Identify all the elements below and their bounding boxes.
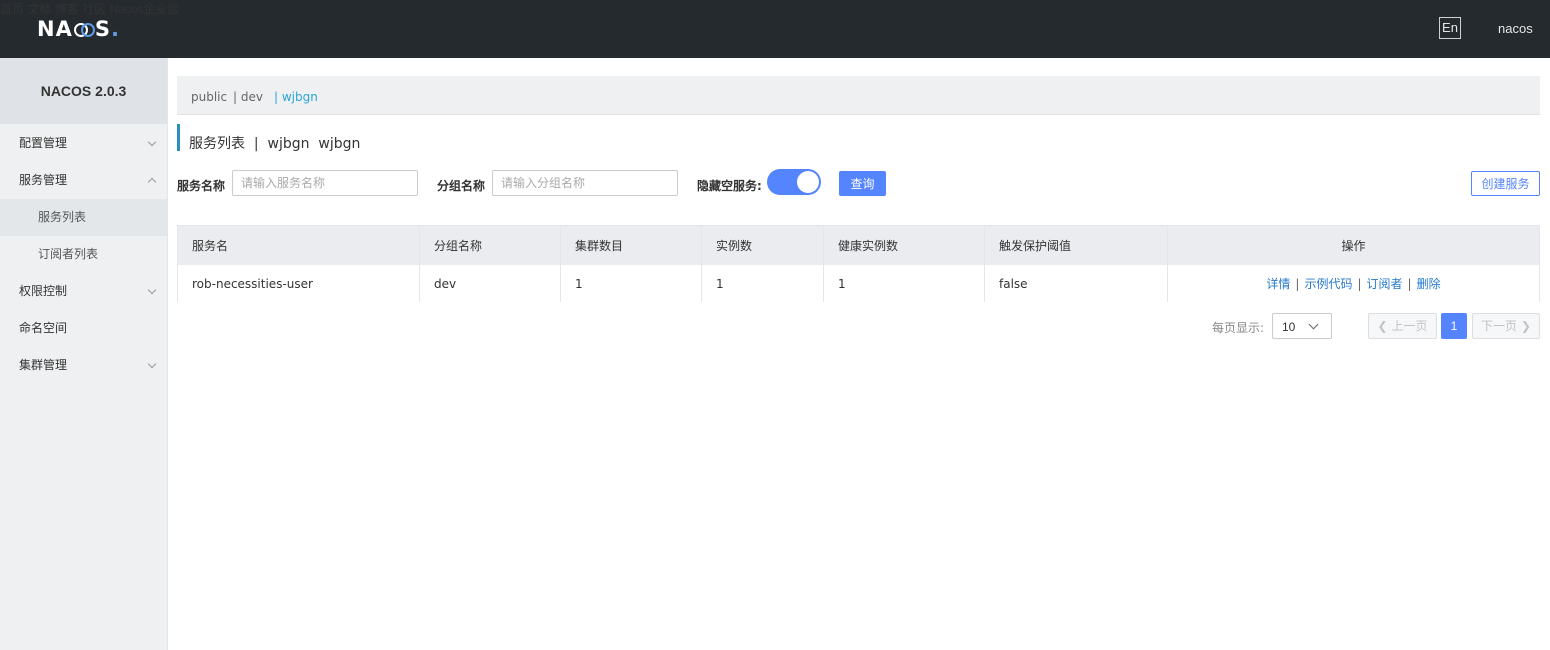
- cell-service-name: rob-necessities-user: [178, 265, 420, 302]
- cell-protect-threshold: false: [985, 265, 1168, 302]
- chevron-right-icon: ❯: [1520, 319, 1531, 333]
- chevron-down-icon: [1308, 319, 1319, 330]
- language-switch-button[interactable]: En: [1439, 17, 1461, 39]
- column-header: 实例数: [702, 226, 824, 265]
- next-page-label: 下一页: [1481, 319, 1518, 333]
- detail-link[interactable]: 详情: [1266, 275, 1290, 292]
- hide-empty-toggle[interactable]: [767, 169, 821, 195]
- cell-healthy-instance-count: 1: [824, 265, 985, 302]
- column-header: 触发保护阈值: [985, 226, 1168, 265]
- nav-home[interactable]: 首页: [0, 2, 24, 16]
- sidebar-item-label: 配置管理: [19, 136, 68, 150]
- sample-code-link[interactable]: 示例代码: [1304, 275, 1352, 292]
- separator: |: [1357, 276, 1362, 291]
- chevron-down-icon: [147, 359, 157, 369]
- next-page-button[interactable]: 下一页 ❯: [1472, 313, 1540, 339]
- sidebar-item-label: 服务管理: [19, 173, 68, 187]
- sidebar: NACOS 2.0.3 配置管理 服务管理 服务列表 订阅者列表 权限控制 命名…: [0, 58, 168, 650]
- sidebar-item-label: 订阅者列表: [38, 247, 99, 261]
- column-header: 分组名称: [420, 226, 561, 265]
- chevron-left-icon: ❮: [1377, 319, 1388, 333]
- separator: |: [1295, 276, 1300, 291]
- group-name-input[interactable]: [492, 170, 678, 196]
- service-table: 服务名 分组名称 集群数目 实例数 健康实例数 触发保护阈值 操作 rob-ne…: [177, 225, 1540, 302]
- namespace-wjbgn[interactable]: | wjbgn: [274, 90, 318, 104]
- nacos-logo[interactable]: NAS.: [37, 14, 120, 44]
- sidebar-item-cluster-management[interactable]: 集群管理: [0, 347, 167, 384]
- toggle-knob: [797, 171, 819, 193]
- namespace-dev[interactable]: | dev: [233, 90, 263, 104]
- user-name[interactable]: nacos: [1498, 21, 1533, 36]
- page-size-value: 10: [1282, 320, 1296, 334]
- column-header: 健康实例数: [824, 226, 985, 265]
- service-name-label: 服务名称: [177, 179, 226, 193]
- title-accent-bar: [177, 124, 180, 151]
- cell-actions: 详情 | 示例代码 | 订阅者 | 删除: [1168, 265, 1539, 302]
- sidebar-item-label: 集群管理: [19, 358, 68, 372]
- column-header: 服务名: [178, 226, 420, 265]
- table-header: 服务名 分组名称 集群数目 实例数 健康实例数 触发保护阈值 操作: [178, 226, 1539, 266]
- column-header: 操作: [1341, 239, 1366, 253]
- separator: |: [1407, 276, 1412, 291]
- cell-cluster-count: 1: [561, 265, 702, 302]
- page-number-current[interactable]: 1: [1441, 313, 1467, 339]
- cell-instance-count: 1: [702, 265, 824, 302]
- namespace-bar: public | dev | wjbgn: [177, 76, 1540, 115]
- delete-link[interactable]: 删除: [1417, 275, 1441, 292]
- sidebar-item-access-control[interactable]: 权限控制: [0, 273, 167, 310]
- service-name-input[interactable]: [232, 170, 418, 196]
- chevron-up-icon: [147, 177, 157, 187]
- sidebar-item-label: 服务列表: [38, 210, 87, 224]
- chevron-down-icon: [147, 285, 157, 295]
- subscribers-link[interactable]: 订阅者: [1367, 275, 1403, 292]
- sidebar-item-service-management[interactable]: 服务管理: [0, 162, 167, 199]
- chevron-down-icon: [147, 137, 157, 147]
- prev-page-label: 上一页: [1391, 319, 1428, 333]
- table-row: rob-necessities-user dev 1 1 1 false 详情 …: [178, 265, 1539, 302]
- page-title: 服务列表 | wjbgn wjbgn: [189, 136, 361, 152]
- namespace-public[interactable]: public: [191, 90, 227, 104]
- sidebar-item-config-management[interactable]: 配置管理: [0, 125, 167, 162]
- page-size-select[interactable]: 10: [1272, 313, 1332, 339]
- sidebar-item-namespace[interactable]: 命名空间: [0, 310, 167, 347]
- query-button[interactable]: 查询: [839, 171, 886, 196]
- cell-group-name: dev: [420, 265, 561, 302]
- hide-empty-label: 隐藏空服务:: [697, 179, 762, 193]
- sidebar-item-subscriber-list[interactable]: 订阅者列表: [0, 236, 167, 273]
- group-name-label: 分组名称: [437, 179, 486, 193]
- top-header: NAS. 首页 文档 博客 社区 Nacos企业版 En nacos: [0, 0, 1550, 58]
- prev-page-button[interactable]: ❮ 上一页: [1368, 313, 1437, 339]
- create-service-button[interactable]: 创建服务: [1471, 171, 1540, 196]
- sidebar-item-label: 命名空间: [19, 321, 68, 335]
- column-header: 集群数目: [561, 226, 702, 265]
- page-size-label: 每页显示:: [1212, 321, 1265, 335]
- sidebar-item-service-list[interactable]: 服务列表: [0, 199, 167, 236]
- sidebar-title: NACOS 2.0.3: [0, 58, 167, 124]
- sidebar-item-label: 权限控制: [19, 284, 68, 298]
